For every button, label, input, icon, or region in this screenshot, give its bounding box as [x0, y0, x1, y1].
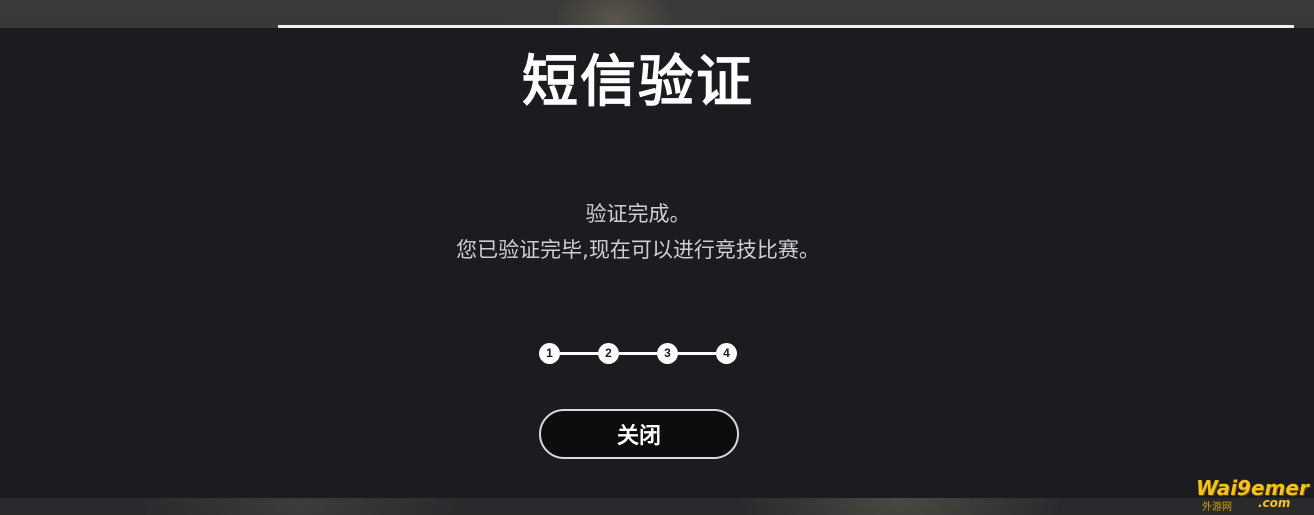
message-line-2: 您已验证完毕,现在可以进行竞技比赛。	[456, 238, 820, 262]
watermark-logo: Wai9emer 外游网 .com	[1196, 476, 1309, 513]
step-2: 2	[598, 342, 619, 364]
watermark-domain: .com	[1258, 496, 1291, 510]
dialog-message: 验证完成。 您已验证完毕,现在可以进行竞技比赛。	[0, 196, 1276, 268]
step-connector	[678, 351, 716, 355]
step-connector	[560, 351, 598, 355]
step-4: 4	[716, 342, 737, 364]
dialog-title: 短信验证	[522, 50, 754, 115]
close-button[interactable]: 关闭	[539, 409, 739, 459]
step-3: 3	[657, 342, 678, 364]
watermark-brand: Wai9emer	[1196, 476, 1309, 500]
message-line-1: 验证完成。	[585, 202, 691, 226]
sms-verification-dialog: 短信验证 验证完成。 您已验证完毕,现在可以进行竞技比赛。 1 2 3 4 关闭	[0, 28, 1314, 498]
step-indicator: 1 2 3 4	[539, 342, 737, 364]
step-connector	[619, 351, 657, 355]
watermark-sub: 外游网	[1202, 502, 1232, 513]
step-1: 1	[539, 342, 560, 364]
